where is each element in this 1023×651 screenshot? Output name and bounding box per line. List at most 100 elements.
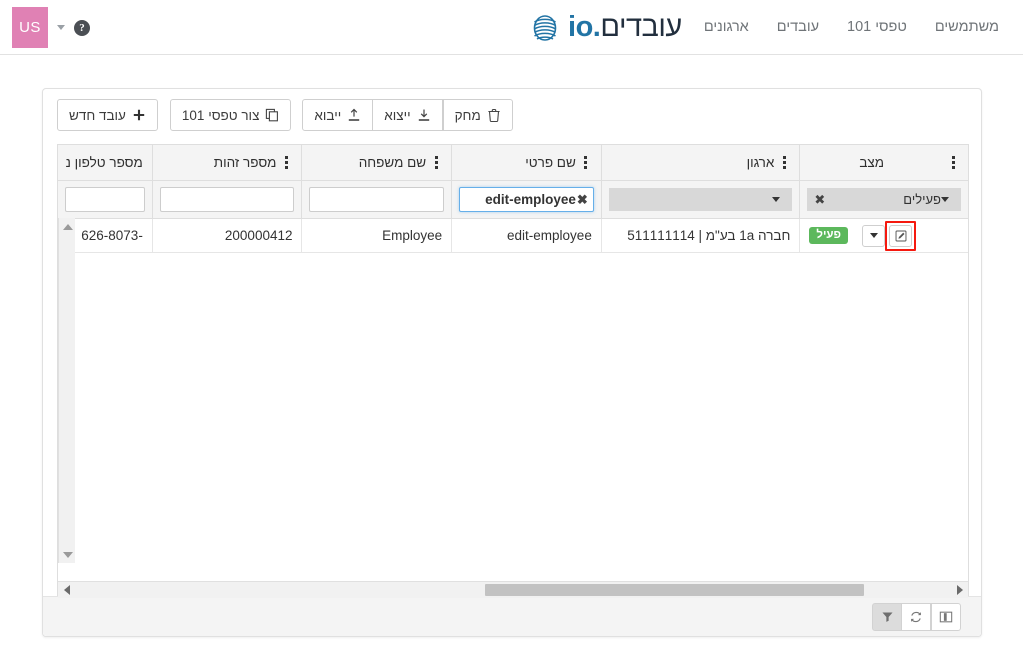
trash-icon [487,108,501,123]
cell-id-number: 200000412 [151,219,302,252]
refresh-icon [911,611,921,622]
brand-text: עובדים.io [568,13,682,42]
footer-button-group [872,602,961,631]
scroll-down-arrow-icon[interactable] [59,546,76,563]
scroll-right-arrow-icon[interactable] [951,582,968,598]
status-badge: פעיל [809,226,849,245]
grid-filter-row: פעילים ✖ ✖ edit-employee [58,181,968,219]
refresh-button[interactable] [901,602,931,631]
column-header-last-name-label: שם משפחה [358,155,427,170]
vertical-scrollbar[interactable] [58,218,75,563]
columns-chooser-button[interactable] [931,602,961,631]
filter-cell-org [600,181,800,218]
nav-item-employees[interactable]: עובדים [763,0,833,55]
table-row[interactable]: פעיל חברה 1a בע"מ | 511111114 edit-emplo… [58,219,968,253]
cell-first-name: edit-employee [451,219,601,252]
column-header-org-label: ארגון [746,155,775,170]
navbar-left-group: US ? [0,0,120,55]
column-menu-icon[interactable] [580,156,592,169]
grid-toolbar: מחק ייצוא ייבוא צור טפסי 101 עובד חדש [57,99,513,131]
filter-toggle-button[interactable] [872,602,902,631]
filter-cell-phone [58,181,152,218]
column-header-status-label: מצב [859,155,885,170]
create-101-forms-button[interactable]: צור טפסי 101 [169,99,292,131]
main-nav: משתמשים טפסי 101 עובדים ארגונים [690,0,1013,55]
filter-status-select[interactable]: פעילים ✖ [807,188,961,211]
export-button[interactable]: ייצוא [372,99,443,131]
scroll-left-arrow-icon[interactable] [58,582,75,598]
navbar-right-group: משתמשים טפסי 101 עובדים ארגונים עובדים.i… [516,0,1023,55]
clear-first-name-filter-icon[interactable]: ✖ [577,192,588,208]
edit-button-highlight [885,220,917,251]
column-menu-icon[interactable] [778,156,790,169]
columns-icon [939,611,953,622]
filter-phone-input[interactable] [65,187,145,212]
top-navbar: משתמשים טפסי 101 עובדים ארגונים עובדים.i… [0,0,1023,55]
edit-row-button[interactable] [889,224,913,247]
filter-icon [881,612,893,622]
column-header-id-number[interactable]: מספר זהות [151,145,302,180]
horizontal-scrollbar[interactable] [58,581,968,598]
delete-button[interactable]: מחק [442,99,513,131]
chevron-down-icon [941,197,949,202]
cell-last-name: Employee [301,219,451,252]
cell-org: חברה 1a בע"מ | 511111114 [600,219,800,252]
column-menu-icon[interactable] [430,156,442,169]
column-header-first-name-label: שם פרטי [525,155,576,170]
filter-cell-status: פעילים ✖ [799,181,968,218]
cell-phone-text: -626-8073 [81,228,143,243]
column-menu-icon[interactable] [947,156,959,169]
filter-last-name-input[interactable] [309,187,445,212]
cell-id-number-text: 200000412 [224,228,293,243]
filter-org-select[interactable] [608,188,793,211]
column-header-org[interactable]: ארגון [600,145,800,180]
new-employee-button[interactable]: עובד חדש [57,99,158,131]
column-header-phone[interactable]: מספר טלפון נ [58,145,152,180]
chevron-down-icon [772,197,781,202]
export-icon [417,108,431,122]
scroll-up-arrow-icon[interactable] [59,218,76,235]
cell-last-name-text: Employee [382,228,443,243]
horizontal-scrollbar-thumb[interactable] [485,584,864,596]
copy-icon [265,108,279,122]
crud-button-group: מחק ייצוא ייבוא [302,99,513,131]
import-button-label: ייבוא [314,107,342,123]
filter-first-name-value: edit-employee [485,192,576,207]
brand-logo[interactable]: עובדים.io [516,0,690,55]
column-header-status[interactable]: מצב [799,145,968,180]
cell-status: פעיל [799,219,968,252]
column-header-phone-label: מספר טלפון נ [65,155,143,170]
nav-item-forms-101[interactable]: טפסי 101 [833,0,921,55]
filter-status-value: פעילים [903,192,941,207]
nav-item-organizations[interactable]: ארגונים [690,0,763,55]
import-icon [347,108,361,122]
grid-header-row: מצב ארגון שם פרטי שם משפחה מספר זהות מספ… [58,145,968,181]
column-header-last-name[interactable]: שם משפחה [301,145,452,180]
plus-icon [132,108,146,122]
clear-status-filter-icon[interactable]: ✖ [814,192,825,208]
help-icon[interactable]: ? [74,19,90,36]
chevron-down-icon[interactable] [57,25,65,30]
grid-empty-area [58,253,968,598]
edit-pencil-icon [895,230,906,241]
new-employee-label: עובד חדש [69,107,126,123]
row-action-buttons [858,220,920,251]
create-101-forms-label: צור טפסי 101 [181,107,260,123]
filter-id-number-input[interactable] [159,187,295,212]
export-button-label: ייצוא [384,107,411,123]
nav-item-users[interactable]: משתמשים [921,0,1013,55]
cell-org-text: חברה 1a בע"מ | 511111114 [627,228,791,243]
row-dropdown-button[interactable] [862,224,886,247]
import-button[interactable]: ייבוא [302,99,374,131]
brand-text-he: עובדים [600,11,682,43]
employees-grid: מצב ארגון שם פרטי שם משפחה מספר זהות מספ… [57,144,969,599]
filter-cell-last-name [301,181,452,218]
filter-first-name-input[interactable]: ✖ edit-employee [459,187,594,212]
grid-footer [43,596,981,636]
column-menu-icon[interactable] [280,156,292,169]
cell-first-name-text: edit-employee [507,228,592,243]
filter-cell-first-name: ✖ edit-employee [451,181,601,218]
column-header-first-name[interactable]: שם פרטי [451,145,601,180]
avatar[interactable]: US [12,7,48,48]
column-header-id-number-label: מספר זהות [213,155,277,170]
